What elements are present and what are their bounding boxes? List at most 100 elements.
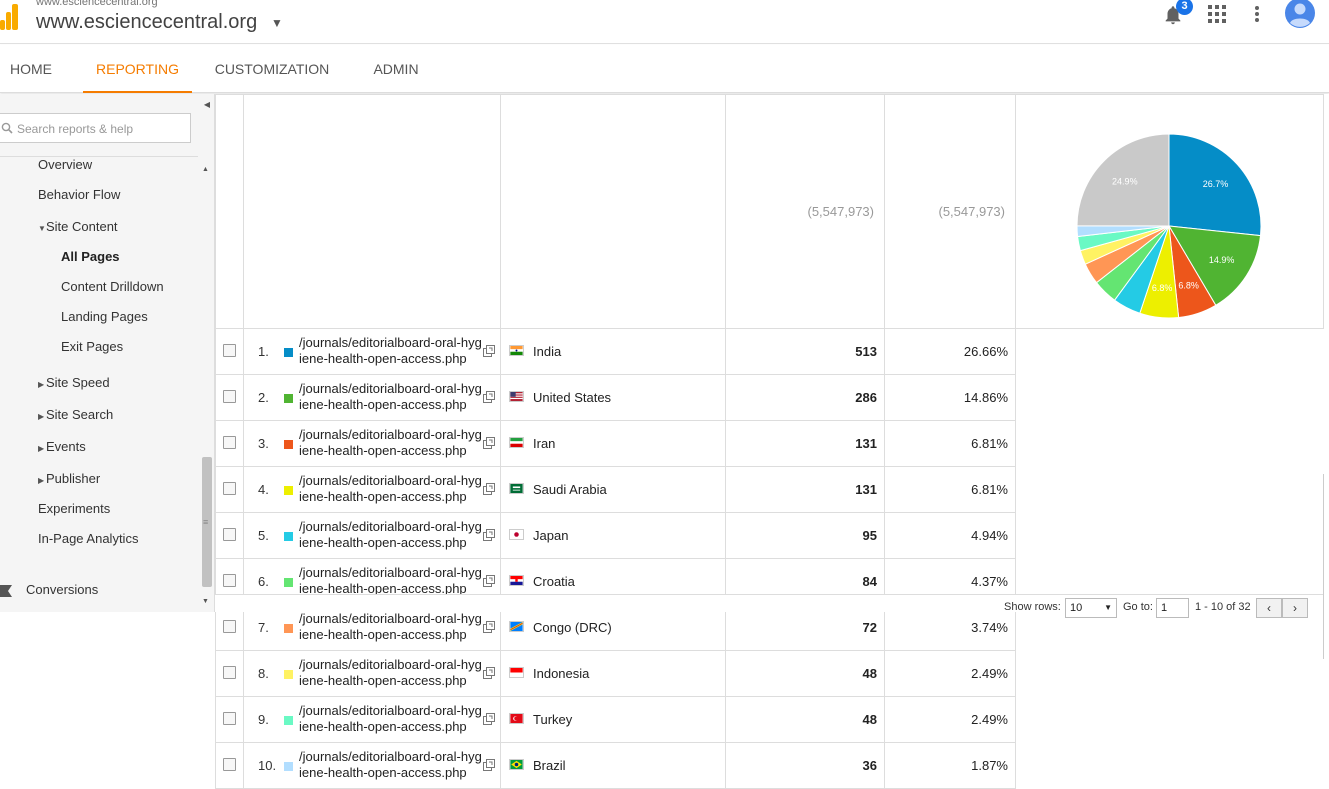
page-path-link[interactable]: /journals/editorialboard-oral-hyg iene-he…: [299, 335, 484, 367]
property-selector[interactable]: www.esciencecentral.org: [36, 11, 257, 34]
page-path-line: /journals/editorialboard-oral-hyg: [299, 519, 482, 534]
row-checkbox[interactable]: [223, 757, 236, 771]
page-path-link[interactable]: /journals/editorialboard-oral-hyg iene-he…: [299, 611, 484, 643]
row-checkbox[interactable]: [223, 435, 236, 449]
page-path-line: iene-health-open-access.php: [299, 765, 467, 780]
sidebar-item-label: Site Content: [46, 219, 118, 234]
row-checkbox[interactable]: [223, 573, 236, 587]
content-scrollbar[interactable]: [1323, 474, 1329, 659]
sidebar-item-all-pages[interactable]: All Pages: [61, 249, 120, 264]
scroll-up-icon[interactable]: ▲: [202, 166, 209, 173]
sidebar-item-landing-pages[interactable]: Landing Pages: [61, 309, 148, 324]
apps-grid-icon[interactable]: [1208, 5, 1226, 23]
row-checkbox[interactable]: [223, 711, 236, 725]
table-row: 8. /journals/editorialboard-oral-hyg iene…: [215, 650, 1324, 697]
row-index: 2.: [258, 390, 269, 405]
open-external-icon[interactable]: [483, 575, 495, 587]
page-path-link[interactable]: /journals/editorialboard-oral-hyg iene-he…: [299, 519, 484, 551]
open-external-icon[interactable]: [483, 759, 495, 771]
next-page-button[interactable]: ›: [1282, 598, 1308, 618]
page-path-link[interactable]: /journals/editorialboard-oral-hyg iene-he…: [299, 657, 484, 689]
open-external-icon[interactable]: [483, 391, 495, 403]
resize-grip-icon[interactable]: ≡: [203, 517, 208, 527]
row-checkbox[interactable]: [223, 527, 236, 541]
sidebar-item-events[interactable]: ▶ Events: [38, 439, 86, 454]
row-checkbox[interactable]: [223, 619, 236, 633]
page-path-line: iene-health-open-access.php: [299, 489, 467, 504]
page-path-line: /journals/editorialboard-oral-hyg: [299, 381, 482, 396]
country-link[interactable]: India: [533, 344, 561, 359]
open-external-icon[interactable]: [483, 529, 495, 541]
country-link[interactable]: Indonesia: [533, 666, 589, 681]
sidebar-item-publisher[interactable]: ▶ Publisher: [38, 471, 100, 486]
sidebar-item-behavior-flow[interactable]: Behavior Flow: [38, 187, 120, 202]
open-external-icon[interactable]: [483, 437, 495, 449]
page-path-link[interactable]: /journals/editorialboard-oral-hyg iene-he…: [299, 381, 484, 413]
sidebar-item-site-content[interactable]: ▼Site Content: [38, 219, 118, 234]
sidebar-item-conversions[interactable]: Conversions: [0, 582, 98, 597]
tab-reporting[interactable]: REPORTING: [83, 45, 192, 93]
open-external-icon[interactable]: [483, 667, 495, 679]
country-link[interactable]: United States: [533, 390, 611, 405]
country-flag-icon: [509, 621, 524, 632]
series-color-swatch: [284, 394, 293, 403]
open-external-icon[interactable]: [483, 621, 495, 633]
country-link[interactable]: Brazil: [533, 758, 566, 773]
chevron-down-icon[interactable]: ▼: [271, 16, 283, 30]
row-index: 10.: [258, 758, 277, 773]
row-checkbox[interactable]: [223, 343, 236, 357]
row-checkbox[interactable]: [223, 665, 236, 679]
page-path-line: iene-health-open-access.php: [299, 443, 467, 458]
country-flag-icon: [509, 529, 524, 540]
country-link[interactable]: Iran: [533, 436, 555, 451]
sidebar-item-site-speed[interactable]: ▶ Site Speed: [38, 375, 110, 390]
country-link[interactable]: Japan: [533, 528, 568, 543]
country-flag-icon: [509, 345, 524, 356]
user-avatar-icon[interactable]: [1285, 0, 1315, 28]
page-path-line: iene-health-open-access.php: [299, 397, 467, 412]
page-path-link[interactable]: /journals/editorialboard-oral-hyg iene-he…: [299, 565, 484, 597]
scroll-down-icon[interactable]: ▼: [202, 598, 209, 605]
tab-admin[interactable]: ADMIN: [368, 45, 424, 93]
tab-customization[interactable]: CUSTOMIZATION: [212, 45, 332, 93]
country-link[interactable]: Congo (DRC): [533, 620, 612, 635]
row-checkbox[interactable]: [223, 481, 236, 495]
show-rows-value: 10: [1070, 602, 1083, 614]
tab-home[interactable]: HOME: [0, 45, 62, 93]
metric-value: 131: [725, 466, 885, 513]
open-external-icon[interactable]: [483, 713, 495, 725]
show-rows-select[interactable]: 10 ▼: [1065, 598, 1117, 618]
page-path-link[interactable]: /journals/editorialboard-oral-hyg iene-he…: [299, 703, 484, 735]
row-index: 7.: [258, 620, 269, 635]
table-row: 2. /journals/editorialboard-oral-hyg iene…: [215, 374, 1324, 421]
page-path-link[interactable]: /journals/editorialboard-oral-hyg iene-he…: [299, 749, 484, 781]
row-index: 9.: [258, 712, 269, 727]
country-link[interactable]: Saudi Arabia: [533, 482, 607, 497]
analytics-logo-icon[interactable]: [0, 4, 18, 30]
prev-page-button[interactable]: ‹: [1256, 598, 1282, 618]
sidebar-item-exit-pages[interactable]: Exit Pages: [61, 339, 123, 354]
caret-right-icon: ▶: [38, 444, 45, 453]
country-link[interactable]: Turkey: [533, 712, 572, 727]
row-checkbox[interactable]: [223, 389, 236, 403]
row-index: 1.: [258, 344, 269, 359]
sidebar-item-overview[interactable]: Overview: [38, 157, 92, 172]
search-input[interactable]: Search reports & help: [0, 113, 191, 143]
country-link[interactable]: Croatia: [533, 574, 575, 589]
sidebar-item-content-drilldown[interactable]: Content Drilldown: [61, 279, 164, 294]
page-path-line: /journals/editorialboard-oral-hyg: [299, 427, 482, 442]
more-vert-icon[interactable]: [1250, 4, 1264, 24]
goto-input[interactable]: 1: [1156, 598, 1189, 618]
page-path-link[interactable]: /journals/editorialboard-oral-hyg iene-he…: [299, 427, 484, 459]
collapse-sidebar-icon[interactable]: ◀: [200, 98, 214, 112]
page-path-link[interactable]: /journals/editorialboard-oral-hyg iene-he…: [299, 473, 484, 505]
sidebar-item-in-page-analytics[interactable]: In-Page Analytics: [38, 531, 138, 546]
divider: [0, 156, 198, 157]
metric-percent: 1.87%: [884, 742, 1016, 789]
open-external-icon[interactable]: [483, 483, 495, 495]
sidebar-item-site-search[interactable]: ▶ Site Search: [38, 407, 113, 422]
open-external-icon[interactable]: [483, 345, 495, 357]
show-rows-label: Show rows:: [1004, 601, 1061, 613]
page-path-line: /journals/editorialboard-oral-hyg: [299, 473, 482, 488]
sidebar-item-experiments[interactable]: Experiments: [38, 501, 110, 516]
